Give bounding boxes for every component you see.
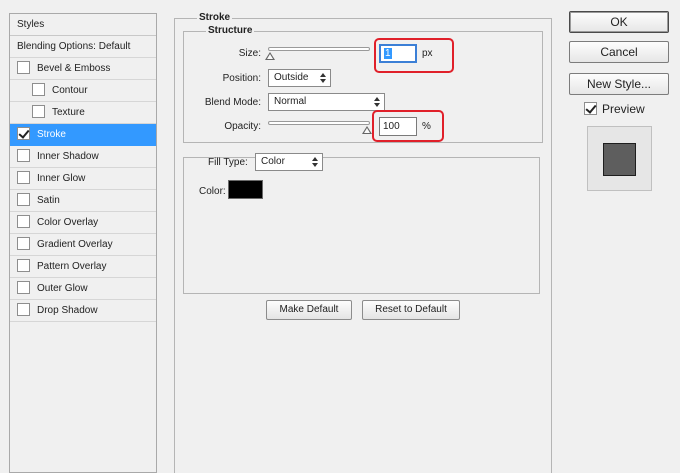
position-dropdown-arrow-icon: [320, 72, 326, 84]
satin-checkbox[interactable]: [17, 192, 30, 206]
blend-mode-dropdown-arrow-icon: [374, 96, 380, 108]
fill-type-dropdown[interactable]: Color: [255, 153, 323, 171]
style-item-label: Inner Shadow: [37, 151, 99, 162]
fill-type-dropdown-arrow-icon: [312, 156, 318, 168]
preview-thumbnail: [587, 126, 652, 191]
style-item-label: Contour: [52, 85, 88, 96]
gradient-overlay-checkbox[interactable]: [17, 236, 30, 250]
bevel-emboss-checkbox[interactable]: [17, 60, 30, 74]
style-item-label: Bevel & Emboss: [37, 63, 111, 74]
style-item-label: Drop Shadow: [37, 305, 98, 316]
fill-type-label: Fill Type:: [208, 157, 248, 168]
pattern-overlay-checkbox[interactable]: [17, 258, 30, 272]
texture-checkbox[interactable]: [32, 104, 45, 118]
preview-swatch: [603, 143, 636, 176]
style-item-label: Inner Glow: [37, 173, 86, 184]
contour-checkbox[interactable]: [32, 82, 45, 96]
styles-list-panel: Styles Blending Options: Default Bevel & …: [9, 13, 157, 473]
preview-checkbox[interactable]: [584, 102, 597, 116]
style-item-label: Pattern Overlay: [37, 261, 107, 272]
style-item-outer-glow[interactable]: Outer Glow: [10, 278, 156, 300]
outer-glow-checkbox[interactable]: [17, 280, 30, 294]
style-item-bevel-emboss[interactable]: Bevel & Emboss: [10, 58, 156, 80]
position-dropdown[interactable]: Outside: [268, 69, 331, 87]
opacity-label: Opacity:: [224, 121, 261, 132]
style-item-label: Outer Glow: [37, 283, 88, 294]
position-label: Position:: [222, 73, 261, 84]
stroke-settings-panel: Stroke Structure Size: 1 px Position: Ou…: [174, 12, 552, 473]
color-label: Color:: [199, 186, 226, 197]
structure-title: Structure: [206, 25, 255, 36]
blend-mode-value: Normal: [274, 96, 307, 107]
ok-button[interactable]: OK: [569, 11, 669, 33]
opacity-slider[interactable]: [268, 121, 370, 125]
style-item-satin[interactable]: Satin: [10, 190, 156, 212]
position-value: Outside: [274, 72, 309, 83]
style-item-color-overlay[interactable]: Color Overlay: [10, 212, 156, 234]
preview-label: Preview: [602, 102, 645, 116]
stroke-checkbox[interactable]: [17, 126, 30, 140]
new-style-button[interactable]: New Style...: [569, 73, 669, 95]
style-item-label: Gradient Overlay: [37, 239, 113, 250]
styles-header[interactable]: Styles: [10, 14, 156, 36]
style-item-label: Color Overlay: [37, 217, 99, 228]
stroke-section-title: Stroke: [197, 12, 233, 23]
stroke-color-swatch[interactable]: [228, 180, 263, 199]
opacity-highlight-box: [372, 110, 444, 142]
size-slider[interactable]: [268, 47, 370, 51]
style-item-label: Satin: [37, 195, 60, 206]
opacity-slider-thumb[interactable]: [362, 126, 372, 134]
color-overlay-checkbox[interactable]: [17, 214, 30, 228]
style-item-label: Stroke: [37, 129, 66, 140]
style-item-blending-options-default[interactable]: Blending Options: Default: [10, 36, 156, 58]
cancel-button[interactable]: Cancel: [569, 41, 669, 63]
preview-toggle[interactable]: Preview: [584, 102, 645, 117]
style-item-inner-glow[interactable]: Inner Glow: [10, 168, 156, 190]
style-item-gradient-overlay[interactable]: Gradient Overlay: [10, 234, 156, 256]
blend-mode-dropdown[interactable]: Normal: [268, 93, 385, 111]
fill-group: Fill Type: Color Color:: [183, 153, 540, 294]
size-label: Size:: [238, 48, 261, 59]
structure-group: Structure Size: 1 px Position: Outside B…: [183, 25, 543, 143]
size-highlight-box: [374, 38, 454, 73]
style-item-texture[interactable]: Texture: [10, 102, 156, 124]
inner-glow-checkbox[interactable]: [17, 170, 30, 184]
style-item-drop-shadow[interactable]: Drop Shadow: [10, 300, 156, 322]
style-item-inner-shadow[interactable]: Inner Shadow: [10, 146, 156, 168]
inner-shadow-checkbox[interactable]: [17, 148, 30, 162]
style-item-label: Texture: [52, 107, 85, 118]
style-item-label: Blending Options: Default: [17, 41, 131, 52]
style-item-pattern-overlay[interactable]: Pattern Overlay: [10, 256, 156, 278]
reset-to-default-button[interactable]: Reset to Default: [362, 300, 460, 320]
blend-mode-label: Blend Mode:: [204, 97, 261, 108]
fill-type-value: Color: [261, 156, 285, 167]
style-item-stroke[interactable]: Stroke: [10, 124, 156, 146]
style-item-contour[interactable]: Contour: [10, 80, 156, 102]
size-slider-thumb[interactable]: [265, 52, 275, 60]
drop-shadow-checkbox[interactable]: [17, 302, 30, 316]
make-default-button[interactable]: Make Default: [266, 300, 352, 320]
